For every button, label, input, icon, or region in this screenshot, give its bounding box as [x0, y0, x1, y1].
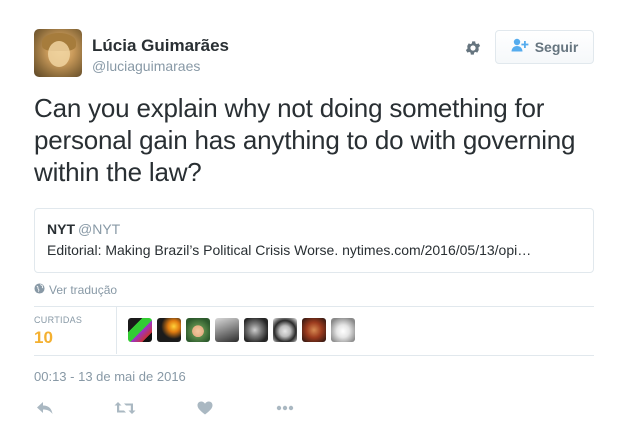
translate-link[interactable]: Ver tradução: [34, 283, 117, 297]
reply-icon[interactable]: [34, 398, 56, 418]
quoted-tweet-header: NYT @NYT: [47, 221, 581, 237]
liker-avatar-4[interactable]: [215, 318, 239, 342]
liker-avatars: [128, 318, 355, 342]
globe-icon: [34, 283, 45, 297]
liker-avatar-6[interactable]: [273, 318, 297, 342]
more-icon[interactable]: [274, 398, 296, 418]
quoted-tweet-name: NYT: [47, 221, 75, 237]
liker-avatar-8[interactable]: [331, 318, 355, 342]
retweet-icon[interactable]: [114, 398, 136, 418]
follow-button[interactable]: Seguir: [495, 30, 594, 64]
tweet-text: Can you explain why not doing something …: [34, 93, 576, 187]
quoted-tweet-text: Editorial: Making Brazil’s Political Cri…: [47, 242, 532, 258]
divider-bottom: [34, 355, 594, 356]
divider-top: [34, 306, 594, 307]
liker-avatar-5[interactable]: [244, 318, 268, 342]
likes-count[interactable]: 10: [34, 328, 53, 348]
follow-button-label: Seguir: [534, 39, 579, 55]
profile-avatar[interactable]: [34, 29, 82, 77]
likes-label: CURTIDAS: [34, 315, 83, 325]
tweet-actions: [34, 398, 296, 418]
stats-separator: [116, 307, 117, 354]
user-name[interactable]: Lúcia Guimarães: [92, 36, 229, 56]
tweet-timestamp[interactable]: 00:13 - 13 de mai de 2016: [34, 369, 186, 384]
liker-avatar-2[interactable]: [157, 318, 181, 342]
liker-avatar-1[interactable]: [128, 318, 152, 342]
user-handle[interactable]: @luciaguimaraes: [92, 58, 200, 74]
liker-avatar-7[interactable]: [302, 318, 326, 342]
add-user-icon: [511, 38, 529, 57]
translate-label: Ver tradução: [49, 283, 118, 297]
like-icon[interactable]: [194, 398, 216, 418]
liker-avatar-3[interactable]: [186, 318, 210, 342]
avatar-face: [48, 41, 70, 67]
quoted-tweet[interactable]: NYT @NYT Editorial: Making Brazil’s Polit…: [34, 208, 594, 273]
quoted-tweet-handle: @NYT: [78, 221, 121, 237]
gear-icon[interactable]: [462, 37, 484, 59]
